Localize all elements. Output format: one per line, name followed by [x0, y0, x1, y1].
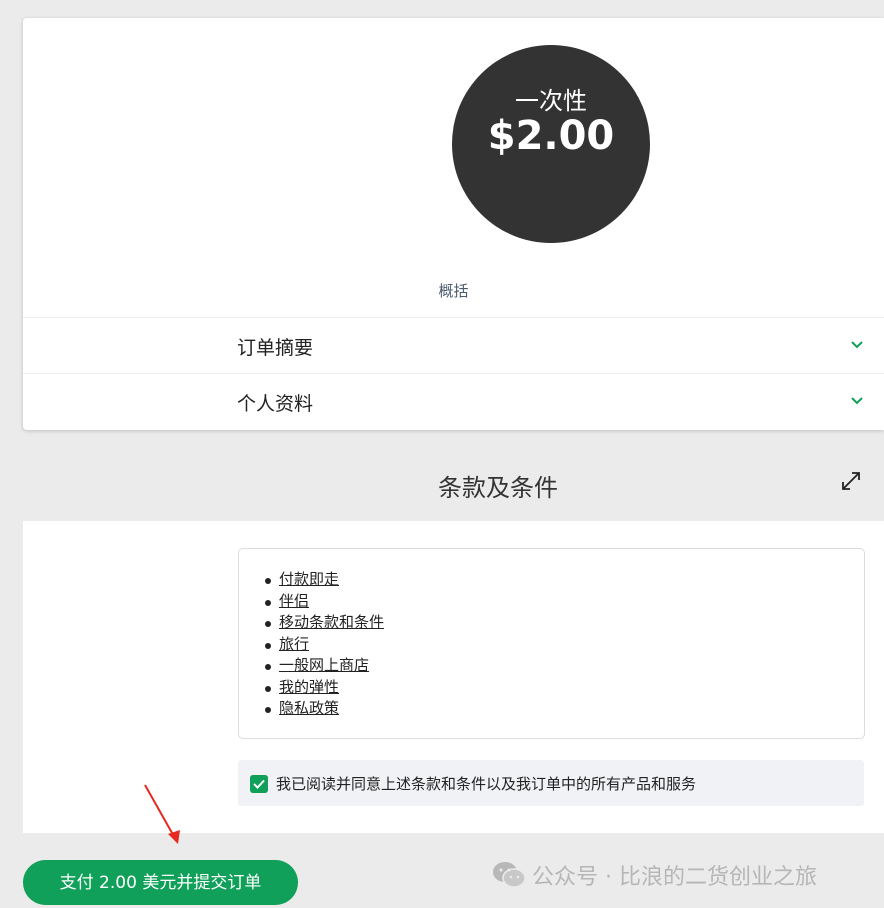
list-item: 旅行 [265, 634, 384, 656]
agree-checkbox[interactable] [250, 775, 268, 793]
price-label: 一次性 [515, 87, 587, 115]
terms-link[interactable]: 旅行 [279, 635, 309, 653]
list-item: 一般网上商店 [265, 655, 384, 677]
terms-link[interactable]: 隐私政策 [279, 699, 339, 717]
terms-list-box: 付款即走 伴侣 移动条款和条件 旅行 一般网上商店 我的弹性 隐私政策 [238, 548, 865, 739]
terms-link[interactable]: 移动条款和条件 [279, 613, 384, 631]
wechat-icon [493, 862, 526, 888]
price-amount: $2.00 [487, 113, 615, 159]
list-item: 我的弹性 [265, 677, 384, 699]
terms-link[interactable]: 付款即走 [279, 570, 339, 588]
expand-icon[interactable] [840, 470, 862, 492]
chevron-down-icon[interactable] [850, 394, 864, 408]
watermark-text: 公众号 · 比浪的二货创业之旅 [532, 865, 817, 890]
agree-text: 我已阅读并同意上述条款和条件以及我订单中的所有产品和服务 [276, 775, 697, 793]
chevron-down-icon[interactable] [850, 338, 864, 352]
summary-link[interactable]: 概括 [23, 280, 884, 301]
terms-link[interactable]: 我的弹性 [279, 678, 339, 696]
order-card: 一次性 $2.00 概括 订单摘要 个人资料 [23, 18, 884, 430]
accordion-personal-info-label: 个人资料 [237, 393, 314, 415]
list-item: 伴侣 [265, 591, 384, 613]
price-circle: 一次性 $2.00 [452, 45, 650, 243]
list-item: 移动条款和条件 [265, 612, 384, 634]
annotation-arrow-icon [144, 784, 180, 844]
pay-submit-button[interactable]: 支付 2.00 美元并提交订单 [23, 860, 298, 905]
accordion-order-summary[interactable]: 订单摘要 [23, 317, 884, 374]
list-item: 隐私政策 [265, 698, 384, 720]
terms-list: 付款即走 伴侣 移动条款和条件 旅行 一般网上商店 我的弹性 隐私政策 [265, 569, 384, 720]
terms-link[interactable]: 伴侣 [279, 592, 309, 610]
terms-title: 条款及条件 [438, 474, 558, 502]
list-item: 付款即走 [265, 569, 384, 591]
agree-terms-row[interactable]: 我已阅读并同意上述条款和条件以及我订单中的所有产品和服务 [238, 760, 864, 806]
terms-link[interactable]: 一般网上商店 [279, 656, 369, 674]
accordion-personal-info[interactable]: 个人资料 [23, 373, 884, 430]
accordion-order-summary-label: 订单摘要 [237, 337, 314, 359]
